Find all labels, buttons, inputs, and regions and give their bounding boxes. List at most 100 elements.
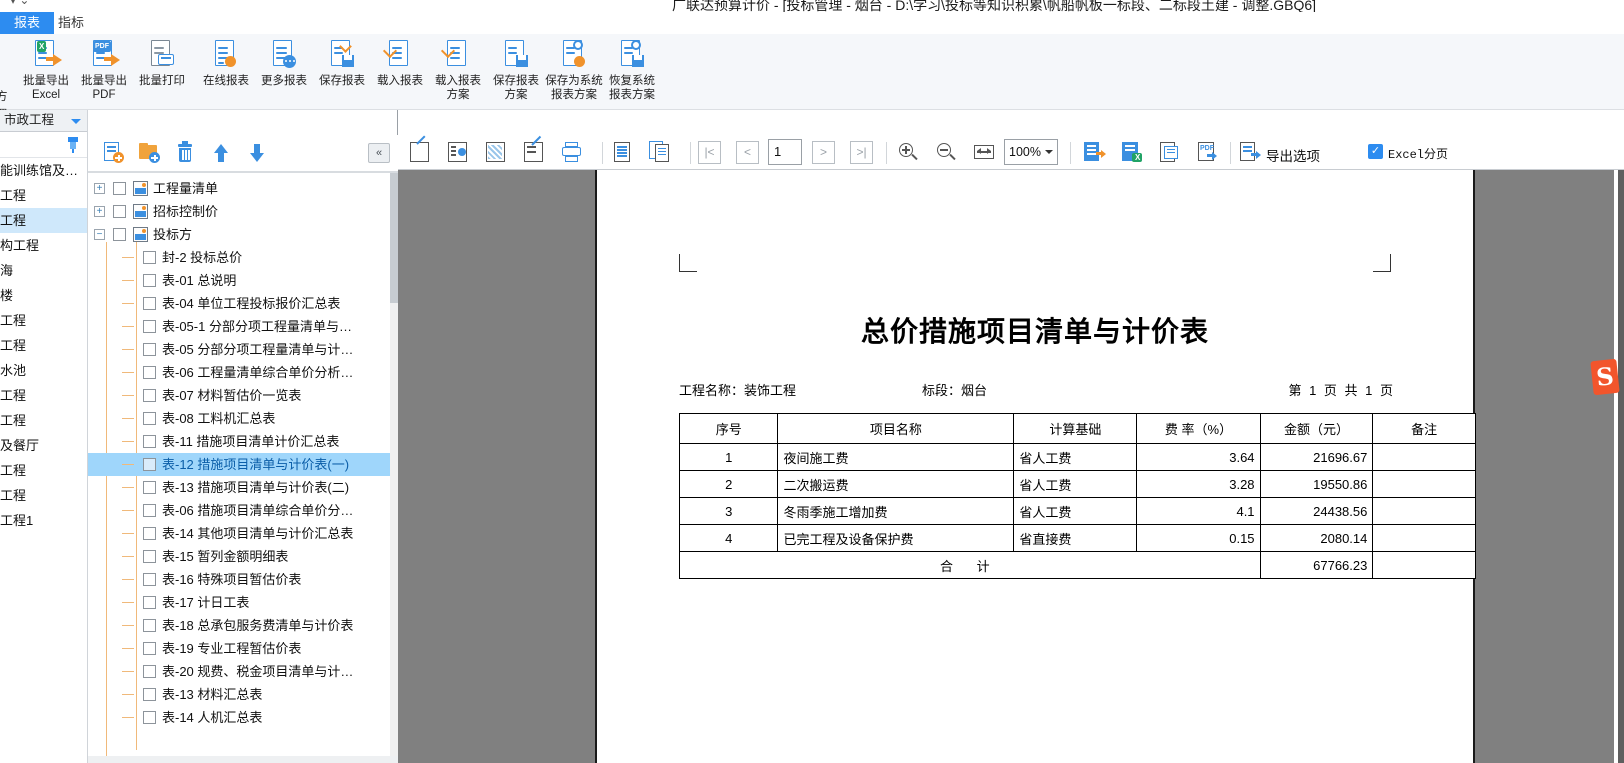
excel-paging-label[interactable]: Excel分页 (1388, 145, 1448, 162)
tree-horizontal-scrollbar[interactable] (88, 756, 398, 763)
tree-node[interactable]: 表-15 暂列金额明细表 (88, 545, 398, 568)
tree-node-checkbox[interactable] (143, 688, 156, 701)
report-tree-scroll[interactable]: + 工程量清单 + 招标控制价 − 投标方 封-2 投标总价 表-01 总说明 表-04 单位工… (88, 172, 398, 763)
project-item[interactable]: 土建工程 (0, 183, 87, 208)
tree-node-checkbox[interactable] (113, 182, 126, 195)
last-page-button[interactable]: >| (850, 141, 873, 164)
tree-node-checkbox[interactable] (143, 504, 156, 517)
tree-node-checkbox[interactable] (143, 642, 156, 655)
project-type-combo[interactable]: 市政工程 (0, 110, 87, 132)
report-preview-viewport[interactable]: 总价措施项目清单与计价表 工程名称：装饰工程 标段：烟台 第 1 页 共 1 页… (398, 170, 1614, 763)
project-item[interactable]: 装饰工程 (0, 383, 87, 408)
tree-node[interactable]: 表-17 计日工表 (88, 591, 398, 614)
delete-icon[interactable] (174, 141, 198, 165)
move-up-icon[interactable] (210, 141, 234, 165)
ribbon-load-report[interactable]: 载入报表 (368, 38, 432, 108)
ribbon-batch-print[interactable]: 批量打印 (130, 38, 194, 108)
project-item[interactable]: 土建工程 (0, 408, 87, 433)
tree-node[interactable]: 表-05 分部分项工程量清单与计… (88, 338, 398, 361)
tree-node[interactable]: 封-2 投标总价 (88, 246, 398, 269)
tree-node[interactable]: 表-08 工料机汇总表 (88, 407, 398, 430)
tree-node[interactable]: − 投标方 (88, 223, 398, 246)
first-page-button[interactable]: |< (698, 141, 721, 164)
ribbon-online-report[interactable]: 在线报表 (194, 38, 258, 108)
tree-node-checkbox[interactable] (113, 205, 126, 218)
project-item[interactable]: 安装工程 (0, 483, 87, 508)
tree-node[interactable]: + 工程量清单 (88, 177, 398, 200)
export-pdf-icon[interactable]: PDF (1196, 140, 1222, 165)
tree-node-checkbox[interactable] (143, 320, 156, 333)
project-item[interactable]: 钢结构工程 (0, 233, 87, 258)
scrollbar-thumb[interactable] (390, 173, 398, 303)
project-item-selected[interactable]: 装饰工程 (0, 208, 87, 233)
new-folder-icon[interactable] (138, 141, 162, 165)
fit-width-icon[interactable] (972, 140, 998, 165)
project-item[interactable]: 综合楼 (0, 283, 87, 308)
ribbon-batch-export-pdf[interactable]: PDF 批量导出 PDF (72, 38, 136, 108)
ribbon-load-report-scheme[interactable]: 载入报表 方案 (426, 38, 490, 108)
report-settings-icon[interactable] (446, 140, 472, 165)
ribbon-save-report[interactable]: 保存报表 (310, 38, 374, 108)
new-report-icon[interactable] (102, 141, 126, 165)
tree-node[interactable]: 表-16 特殊项目暂估价表 (88, 568, 398, 591)
tree-node[interactable]: 表-06 措施项目清单综合单价分… (88, 499, 398, 522)
tree-node-checkbox[interactable] (143, 481, 156, 494)
print-icon[interactable] (560, 140, 586, 165)
zoom-in-icon[interactable] (896, 140, 922, 165)
tree-node[interactable]: 表-14 人机汇总表 (88, 706, 398, 729)
tree-node[interactable]: 表-04 单位工程投标报价汇总表 (88, 292, 398, 315)
tree-node-checkbox[interactable] (143, 596, 156, 609)
tree-node[interactable]: 表-14 其他项目清单与计价汇总表 (88, 522, 398, 545)
collapse-panel-button[interactable]: « (368, 143, 390, 163)
design-report-icon[interactable] (522, 135, 548, 165)
export-copy-icon[interactable] (1158, 140, 1184, 165)
ribbon-save-report-scheme[interactable]: 保存报表 方案 (484, 38, 548, 108)
chevron-down-icon[interactable] (71, 119, 81, 124)
expand-icon[interactable]: + (94, 183, 105, 194)
pin-icon[interactable] (66, 137, 80, 153)
tree-node-checkbox[interactable] (143, 343, 156, 356)
export-options-icon[interactable] (1238, 140, 1264, 165)
tree-node-selected[interactable]: 表-12 措施项目清单与计价表(一) (88, 453, 398, 476)
project-item[interactable]: 土建工程 (0, 458, 87, 483)
next-page-button[interactable]: > (812, 141, 835, 164)
zoom-level-combo[interactable]: 100% (1004, 139, 1058, 165)
tree-node-checkbox[interactable] (143, 251, 156, 264)
project-item[interactable]: 消防水池 (0, 358, 87, 383)
tree-node[interactable]: 表-05-1 分部分项工程量清单与… (88, 315, 398, 338)
tree-node-checkbox[interactable] (143, 619, 156, 632)
tree-node-checkbox[interactable] (143, 435, 156, 448)
chevron-down-icon[interactable] (1045, 150, 1053, 154)
move-down-icon[interactable] (246, 141, 270, 165)
project-item[interactable]: 宿舍及餐厅 (0, 433, 87, 458)
sogou-input-widget[interactable]: S (1590, 358, 1620, 396)
page-number-input[interactable]: 1 (768, 139, 802, 165)
tree-node-checkbox[interactable] (143, 573, 156, 586)
tree-node-checkbox[interactable] (143, 550, 156, 563)
page-setup-icon[interactable] (484, 140, 510, 165)
tree-node[interactable]: 表-06 工程量清单综合单价分析… (88, 361, 398, 384)
tree-node[interactable]: 表-19 专业工程暂估价表 (88, 637, 398, 660)
project-item[interactable]: 多功能训练馆及… (0, 158, 87, 183)
tree-node-checkbox[interactable] (143, 412, 156, 425)
quick-access-toolbar[interactable]: ▾ ⌄ (10, 0, 29, 7)
ribbon-batch-export-excel[interactable]: X 批量导出 Excel (14, 38, 78, 108)
tree-node-checkbox[interactable] (143, 297, 156, 310)
expand-icon[interactable]: + (94, 206, 105, 217)
tab-indicators[interactable]: 指标 (44, 12, 98, 34)
tree-node[interactable]: 表-13 措施项目清单与计价表(二) (88, 476, 398, 499)
export-doc-icon[interactable] (1082, 140, 1108, 165)
tree-vertical-scrollbar[interactable] (390, 173, 398, 763)
ribbon-restore-system-scheme[interactable]: 恢复系统 报表方案 (600, 38, 664, 108)
tree-node[interactable]: 表-20 规费、税金项目清单与计… (88, 660, 398, 683)
tree-node[interactable]: 表-13 材料汇总表 (88, 683, 398, 706)
export-options-label[interactable]: 导出选项 (1266, 145, 1320, 165)
multi-page-icon[interactable] (648, 140, 674, 165)
tree-node-checkbox[interactable] (143, 665, 156, 678)
tree-node[interactable]: + 招标控制价 (88, 200, 398, 223)
tree-node-checkbox[interactable] (143, 527, 156, 540)
tree-node-checkbox[interactable] (143, 366, 156, 379)
zoom-out-icon[interactable] (934, 140, 960, 165)
tree-node[interactable]: 表-11 措施项目清单计价汇总表 (88, 430, 398, 453)
project-item[interactable]: 聚宝海 (0, 258, 87, 283)
